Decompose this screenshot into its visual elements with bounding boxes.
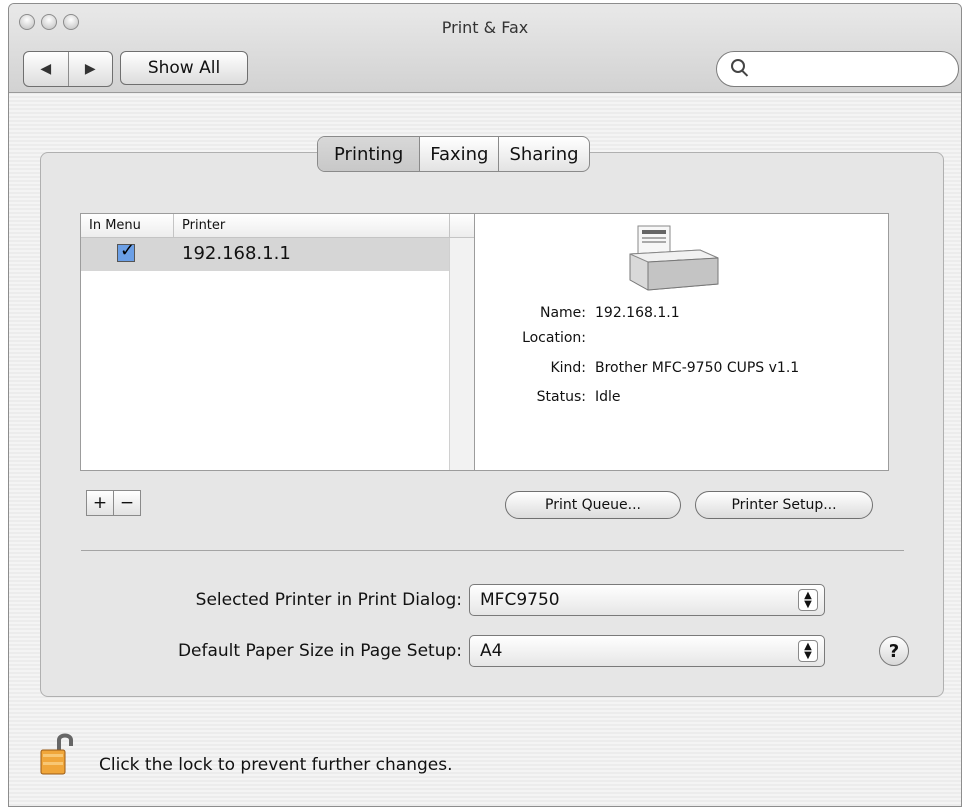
printer-name: 192.168.1.1 xyxy=(182,243,291,264)
printer-row[interactable]: 192.168.1.1 xyxy=(81,238,449,271)
info-location-label: Location: xyxy=(522,330,586,346)
toolbar: Print & Fax ◀ ▶ Show All xyxy=(9,4,961,93)
popup-arrows-icon: ▲ ▼ xyxy=(798,589,818,611)
search-field[interactable] xyxy=(716,51,959,87)
lock-message: Click the lock to prevent further change… xyxy=(99,755,453,775)
tab-bar: Printing Faxing Sharing xyxy=(317,136,590,172)
popup-arrows-icon: ▲ ▼ xyxy=(798,640,818,662)
lock-icon[interactable] xyxy=(39,732,83,778)
column-divider xyxy=(173,214,174,237)
selected-printer-value: MFC9750 xyxy=(480,590,560,610)
paper-size-popup[interactable]: A4 ▲ ▼ xyxy=(469,635,825,667)
back-button[interactable]: ◀ xyxy=(24,52,68,86)
tab-faxing[interactable]: Faxing xyxy=(419,137,498,171)
paper-size-label: Default Paper Size in Page Setup: xyxy=(177,641,462,661)
search-icon xyxy=(731,59,745,73)
minimize-button[interactable] xyxy=(41,14,57,30)
help-button[interactable]: ? xyxy=(879,636,909,666)
window-title: Print & Fax xyxy=(441,18,529,37)
printer-list: In Menu Printer 192.168.1.1 xyxy=(80,213,476,471)
add-printer-button[interactable]: + xyxy=(86,490,114,516)
print-queue-button[interactable]: Print Queue... xyxy=(505,491,681,519)
info-name-value: 192.168.1.1 xyxy=(595,305,680,321)
info-status-value: Idle xyxy=(595,389,621,405)
nav-buttons: ◀ ▶ xyxy=(23,51,113,87)
column-in-menu[interactable]: In Menu xyxy=(89,218,141,233)
remove-printer-button[interactable]: − xyxy=(113,490,141,516)
printer-list-header: In Menu Printer xyxy=(81,214,475,238)
print-fax-window: Print & Fax ◀ ▶ Show All Printing Faxing… xyxy=(8,3,962,807)
forward-button[interactable]: ▶ xyxy=(67,52,113,86)
separator xyxy=(81,550,904,551)
selected-printer-popup[interactable]: MFC9750 ▲ ▼ xyxy=(469,584,825,616)
zoom-button[interactable] xyxy=(63,14,79,30)
tab-printing[interactable]: Printing xyxy=(318,137,420,171)
info-name-label: Name: xyxy=(539,305,586,321)
column-printer[interactable]: Printer xyxy=(182,218,225,233)
printer-icon xyxy=(629,225,719,291)
list-scrollbar[interactable] xyxy=(449,238,476,470)
tab-sharing[interactable]: Sharing xyxy=(498,137,588,171)
column-divider xyxy=(449,214,450,237)
close-button[interactable] xyxy=(19,14,35,30)
printer-setup-button[interactable]: Printer Setup... xyxy=(695,491,873,519)
show-all-button[interactable]: Show All xyxy=(120,51,248,85)
info-kind-label: Kind: xyxy=(550,360,586,376)
in-menu-checkbox[interactable] xyxy=(117,240,135,262)
info-kind-value: Brother MFC-9750 CUPS v1.1 xyxy=(595,360,800,376)
selected-printer-label: Selected Printer in Print Dialog: xyxy=(195,590,462,610)
info-status-label: Status: xyxy=(536,389,586,405)
paper-size-value: A4 xyxy=(480,641,503,661)
